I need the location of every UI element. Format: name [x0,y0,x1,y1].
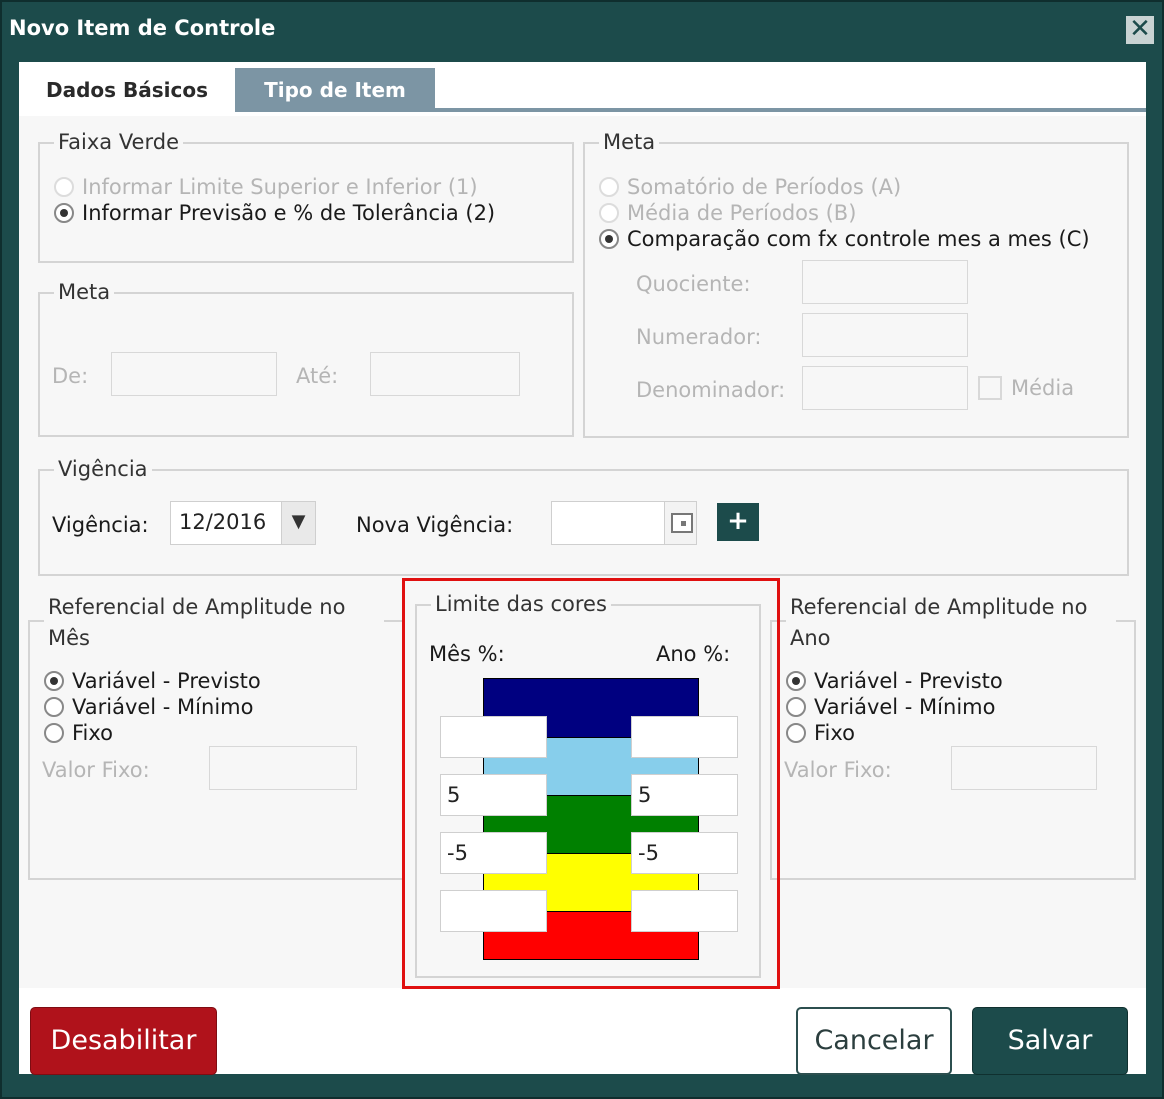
tab-bar: Dados Básicos Tipo de Item [19,62,1146,112]
meta-right-legend: Meta [599,128,660,156]
radio-icon[interactable] [786,723,806,743]
ref-mes-valor-fixo-input [209,746,357,790]
quociente-label: Quociente: [636,272,751,296]
nova-vigencia-input[interactable] [551,501,697,545]
vigencia-legend: Vigência [54,455,152,483]
meta-right-group: Meta Somatório de Períodos (A) Média de … [583,128,1129,438]
radio-selected-icon[interactable] [786,671,806,691]
de-label: De: [52,364,89,388]
faixa-verde-group: Faixa Verde Informar Limite Superior e I… [38,128,574,263]
close-icon[interactable]: ✕ [1126,16,1154,44]
faixa-verde-option-1: Informar Limite Superior e Inferior (1) [54,174,478,200]
ate-label: Até: [296,364,339,388]
radio-icon[interactable] [44,697,64,717]
ref-ano-legend: Referencial de Amplitude no Ano [786,592,1116,654]
meta-option-a: Somatório de Períodos (A) [599,174,901,200]
radio-selected-icon[interactable] [54,203,74,223]
add-vigencia-button[interactable]: + [717,503,759,541]
save-button[interactable]: Salvar [972,1007,1128,1075]
ref-mes-option-fixo[interactable]: Fixo [44,720,113,746]
radio-icon[interactable] [786,697,806,717]
nova-vigencia-label: Nova Vigência: [356,513,514,537]
vigencia-label: Vigência: [52,513,149,537]
ref-ano-valor-fixo-input [951,746,1097,790]
ref-mes-option-minimo[interactable]: Variável - Mínimo [44,694,253,720]
dialog-window: Novo Item de Controle ✕ Dados Básicos Ti… [0,0,1164,1099]
dialog-title: Novo Item de Controle [9,16,276,40]
meta-left-group: Meta De: Até: [38,278,574,437]
vigencia-value: 12/2016 [179,510,267,534]
ref-mes-valor-fixo-label: Valor Fixo: [42,758,150,782]
ref-ano-option-fixo[interactable]: Fixo [786,720,855,746]
faixa-verde-legend: Faixa Verde [54,128,183,156]
ref-mes-legend: Referencial de Amplitude no Mês [44,592,384,654]
meta-option-c[interactable]: Comparação com fx controle mes a mes (C) [599,226,1090,252]
ate-input [370,352,520,396]
calendar-icon[interactable] [664,502,696,544]
disable-button[interactable]: Desabilitar [30,1007,217,1075]
numerador-input [802,313,968,357]
ref-ano-valor-fixo-label: Valor Fixo: [784,758,892,782]
media-checkbox [978,376,1002,400]
denominador-input [802,366,968,410]
radio-icon [599,177,619,197]
radio-selected-icon[interactable] [599,229,619,249]
highlight-frame [402,578,780,989]
ref-ano-option-previsto[interactable]: Variável - Previsto [786,668,1003,694]
quociente-input [802,260,968,304]
dialog-body: Dados Básicos Tipo de Item Faixa Verde I… [19,62,1146,1075]
media-label: Média [1011,376,1075,400]
de-input [111,352,277,396]
radio-icon [599,203,619,223]
meta-option-b: Média de Períodos (B) [599,200,856,226]
ref-mes-group: Referencial de Amplitude no Mês Variável… [28,592,405,880]
chevron-down-icon[interactable]: ▼ [281,502,315,544]
tab-dados-basicos[interactable]: Dados Básicos [19,68,235,112]
radio-icon[interactable] [44,723,64,743]
denominador-label: Denominador: [636,378,786,402]
vigencia-group: Vigência Vigência: 12/2016 ▼ Nova Vigênc… [38,455,1129,576]
numerador-label: Numerador: [636,325,762,349]
cancel-button[interactable]: Cancelar [796,1007,952,1075]
ref-mes-option-previsto[interactable]: Variável - Previsto [44,668,261,694]
meta-left-legend: Meta [54,278,115,306]
radio-selected-icon[interactable] [44,671,64,691]
ref-ano-option-minimo[interactable]: Variável - Mínimo [786,694,995,720]
faixa-verde-option-2[interactable]: Informar Previsão e % de Tolerância (2) [54,200,495,226]
ref-ano-group: Referencial de Amplitude no Ano Variável… [770,592,1136,880]
tab-tipo-de-item[interactable]: Tipo de Item [235,68,435,112]
radio-icon [54,177,74,197]
vigencia-select[interactable]: 12/2016 ▼ [170,501,316,545]
